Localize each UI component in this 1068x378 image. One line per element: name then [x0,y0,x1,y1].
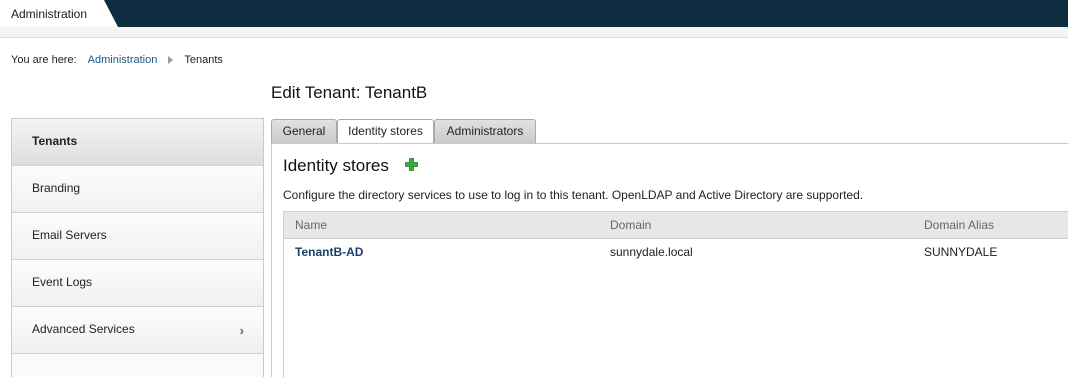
breadcrumb-separator-icon [168,56,174,64]
header-sub-bar [0,27,1068,38]
sidebar-item-branding[interactable]: Branding [12,166,263,213]
identity-store-domain: sunnydale.local [610,245,693,259]
page-title: Edit Tenant: TenantB [271,83,428,102]
sidebar-item-email-servers[interactable]: Email Servers [12,213,263,260]
sidebar-item-event-logs[interactable]: Event Logs [12,260,263,307]
breadcrumb: You are here: Administration Tenants [11,54,223,66]
table-header: Name Domain Domain Alias [284,212,1068,239]
top-navigation-bar [0,0,1068,27]
plus-icon[interactable] [405,158,418,171]
column-header-domain[interactable]: Domain [610,218,651,232]
identity-store-name-link[interactable]: TenantB-AD [295,245,363,259]
sidebar-item-label: Tenants [32,134,78,148]
sidebar: Tenants Branding Email Servers Event Log… [11,118,264,377]
breadcrumb-link-administration[interactable]: Administration [88,54,158,66]
sidebar-item-label: Branding [32,181,81,195]
identity-stores-table: Name Domain Domain Alias TenantB-AD sunn… [283,211,1068,378]
column-header-domain-alias[interactable]: Domain Alias [924,218,994,232]
tab-general[interactable]: General [271,119,337,143]
chevron-right-icon: › [239,323,244,338]
tab-administrators[interactable]: Administrators [434,119,536,143]
table-row[interactable]: TenantB-AD sunnydale.local SUNNYDALE [284,239,1068,265]
sidebar-item-label: Event Logs [32,275,93,289]
sidebar-item-label: Advanced Services [32,322,135,336]
section-title: Identity stores [283,156,389,175]
sidebar-item-advanced-services[interactable]: Advanced Services › [12,307,263,354]
identity-store-domain-alias: SUNNYDALE [924,245,998,259]
column-header-name[interactable]: Name [295,218,327,232]
tab-identity-stores[interactable]: Identity stores [337,119,434,144]
top-tab-label: Administration [11,7,88,21]
identity-stores-panel: Identity stores Configure the directory … [271,143,1068,378]
breadcrumb-prefix: You are here: [11,54,77,66]
sidebar-item-tenants[interactable]: Tenants [12,119,263,166]
section-description: Configure the directory services to use … [283,188,864,202]
breadcrumb-current-tenants: Tenants [184,54,223,66]
sidebar-item-label: Email Servers [32,228,107,242]
